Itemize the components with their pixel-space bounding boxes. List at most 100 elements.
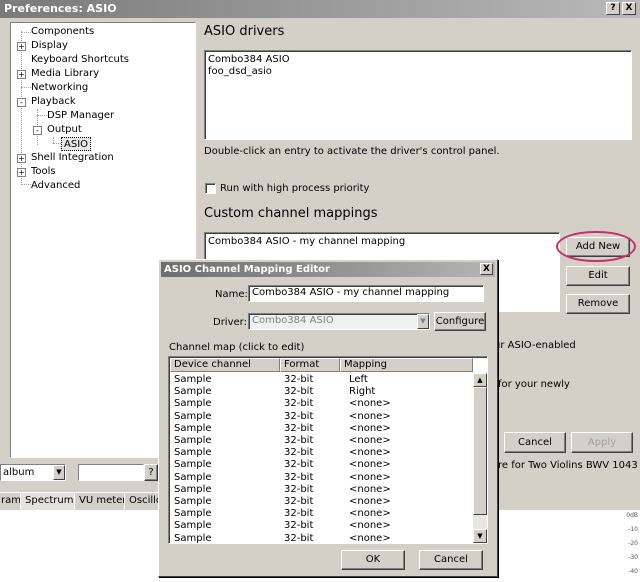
dialog-close-button[interactable]: X bbox=[480, 263, 493, 275]
mapping-cell[interactable]: Left bbox=[349, 374, 368, 386]
format-cell: 32-bit bbox=[284, 447, 314, 459]
configure-button[interactable]: Configure bbox=[434, 312, 486, 331]
tab-vu-meter[interactable]: VU meter bbox=[74, 492, 132, 510]
format-cell: 32-bit bbox=[284, 435, 314, 446]
tree-item-advanced[interactable]: Advanced bbox=[31, 179, 80, 193]
scrollbar-thumb[interactable] bbox=[473, 387, 487, 515]
table-row[interactable]: Sample 32-bit Left bbox=[170, 374, 472, 386]
format-cell: 32-bit bbox=[284, 483, 314, 495]
mapping-cell[interactable]: <none> bbox=[349, 459, 391, 471]
window-titlebar[interactable]: Preferences: ASIO bbox=[0, 0, 640, 18]
tree-item-asio[interactable]: ASIO bbox=[61, 137, 92, 151]
high-priority-label: Run with high process priority bbox=[220, 183, 370, 194]
device-channel-cell: Sample bbox=[174, 386, 212, 398]
table-row[interactable]: Sample 32-bit Right bbox=[170, 386, 472, 398]
scroll-up-icon[interactable]: ▲ bbox=[473, 373, 487, 387]
table-row[interactable]: Sample 32-bit <none> bbox=[170, 496, 472, 508]
device-channel-cell: Sample bbox=[174, 435, 212, 446]
table-row[interactable]: Sample 32-bit <none> bbox=[170, 472, 472, 484]
device-channel-cell: Sample bbox=[174, 459, 212, 471]
tab-spectrum[interactable]: Spectrum bbox=[20, 492, 79, 510]
table-row[interactable]: Sample 32-bit <none> bbox=[170, 435, 472, 447]
remove-button[interactable]: Remove bbox=[566, 294, 630, 314]
mapping-cell[interactable]: <none> bbox=[349, 423, 391, 435]
name-input[interactable]: Combo384 ASIO - my channel mapping bbox=[248, 285, 484, 302]
expand-icon[interactable]: + bbox=[17, 42, 26, 51]
mapping-cell[interactable]: <none> bbox=[349, 435, 391, 447]
db-label: -10 bbox=[628, 526, 638, 533]
dialog-cancel-button[interactable]: Cancel bbox=[419, 550, 483, 570]
driver-item[interactable]: Combo384 ASIO bbox=[208, 54, 290, 65]
tree-item-media-library[interactable]: Media Library bbox=[31, 67, 99, 81]
close-button[interactable]: X bbox=[622, 2, 636, 15]
expand-icon[interactable]: + bbox=[17, 154, 26, 163]
tree-item-tools[interactable]: Tools bbox=[31, 165, 56, 179]
cancel-button[interactable]: Cancel bbox=[504, 432, 566, 453]
search-input[interactable] bbox=[78, 464, 144, 481]
tree-item-playback[interactable]: Playback bbox=[31, 95, 76, 109]
help-icon[interactable]: ? bbox=[144, 464, 158, 481]
drivers-hint: Double-click an entry to activate the dr… bbox=[204, 146, 500, 157]
asio-drivers-list[interactable]: Combo384 ASIO foo_dsd_asio bbox=[204, 50, 632, 140]
format-cell: 32-bit bbox=[284, 496, 314, 507]
edit-button[interactable]: Edit bbox=[566, 266, 630, 286]
driver-item[interactable]: foo_dsd_asio bbox=[208, 66, 272, 77]
scroll-down-icon[interactable]: ▼ bbox=[473, 529, 487, 543]
device-channel-cell: Sample bbox=[174, 374, 212, 385]
expand-icon[interactable]: + bbox=[17, 70, 26, 79]
help-button[interactable]: ? bbox=[606, 2, 620, 15]
db-label: -30 bbox=[628, 554, 638, 561]
device-channel-cell: Sample bbox=[174, 410, 212, 422]
format-cell: 32-bit bbox=[284, 471, 314, 483]
mapping-cell[interactable]: <none> bbox=[349, 447, 391, 459]
device-channel-cell: Sample bbox=[174, 532, 212, 544]
table-row[interactable]: Sample 32-bit <none> bbox=[170, 423, 472, 435]
scrollbar[interactable]: ▲ ▼ bbox=[473, 373, 487, 543]
mapping-cell[interactable]: <none> bbox=[349, 484, 391, 496]
mapping-item[interactable]: Combo384 ASIO - my channel mapping bbox=[208, 236, 405, 247]
column-header-mapping[interactable]: Mapping bbox=[340, 358, 473, 372]
format-cell: 32-bit bbox=[284, 532, 314, 544]
dialog-titlebar[interactable]: ASIO Channel Mapping Editor bbox=[161, 262, 495, 277]
high-priority-checkbox[interactable] bbox=[205, 183, 216, 194]
tree-item-display[interactable]: Display bbox=[31, 39, 68, 53]
channel-map-list[interactable]: Device channel Format Mapping Sample 32-b… bbox=[168, 356, 488, 544]
tree-item-dsp-manager[interactable]: DSP Manager bbox=[47, 109, 114, 123]
mapping-cell[interactable]: <none> bbox=[349, 472, 391, 484]
table-row[interactable]: Sample 32-bit <none> bbox=[170, 508, 472, 520]
collapse-icon[interactable]: - bbox=[33, 126, 42, 135]
chevron-down-icon[interactable]: ▼ bbox=[53, 465, 65, 480]
driver-label: Driver: bbox=[213, 317, 247, 328]
tree-item-networking[interactable]: Networking bbox=[31, 81, 88, 95]
playback-order-combo[interactable]: album ▼ bbox=[0, 464, 66, 481]
mapping-cell[interactable]: <none> bbox=[349, 508, 391, 520]
table-row[interactable]: Sample 32-bit <none> bbox=[170, 520, 472, 532]
column-header-device-channel[interactable]: Device channel bbox=[170, 358, 280, 372]
db-label: 0dB bbox=[626, 512, 638, 519]
mapping-cell[interactable]: Right bbox=[349, 386, 375, 398]
tree-item-keyboard-shortcuts[interactable]: Keyboard Shortcuts bbox=[31, 53, 129, 67]
table-row[interactable]: Sample 32-bit <none> bbox=[170, 459, 472, 471]
tree-item-shell-integration[interactable]: Shell Integration bbox=[31, 151, 114, 165]
mapping-cell[interactable]: <none> bbox=[349, 520, 391, 532]
mapping-cell[interactable]: <none> bbox=[349, 411, 391, 423]
table-row[interactable]: Sample 32-bit <none> bbox=[170, 447, 472, 459]
expand-icon[interactable]: + bbox=[17, 168, 26, 177]
tree-item-components[interactable]: Components bbox=[31, 25, 94, 39]
table-row[interactable]: Sample 32-bit <none> bbox=[170, 398, 472, 410]
column-header-format[interactable]: Format bbox=[280, 358, 340, 372]
table-row[interactable]: Sample 32-bit <none> bbox=[170, 484, 472, 496]
collapse-icon[interactable]: - bbox=[17, 98, 26, 107]
table-row[interactable]: Sample 32-bit <none> bbox=[170, 411, 472, 423]
tree-item-output[interactable]: Output bbox=[47, 123, 82, 137]
mapping-cell[interactable]: <none> bbox=[349, 533, 391, 543]
mapping-cell[interactable]: <none> bbox=[349, 496, 391, 508]
table-row[interactable]: Sample 32-bit <none> bbox=[170, 532, 472, 544]
format-cell: 32-bit bbox=[284, 386, 314, 398]
chevron-down-icon[interactable]: ▼ bbox=[417, 314, 429, 329]
ok-button[interactable]: OK bbox=[341, 550, 405, 570]
mapping-cell[interactable]: <none> bbox=[349, 398, 391, 410]
apply-button[interactable]: Apply bbox=[571, 432, 633, 453]
highlight-ring bbox=[556, 231, 636, 262]
driver-select[interactable]: Combo384 ASIO ▼ bbox=[248, 313, 430, 330]
